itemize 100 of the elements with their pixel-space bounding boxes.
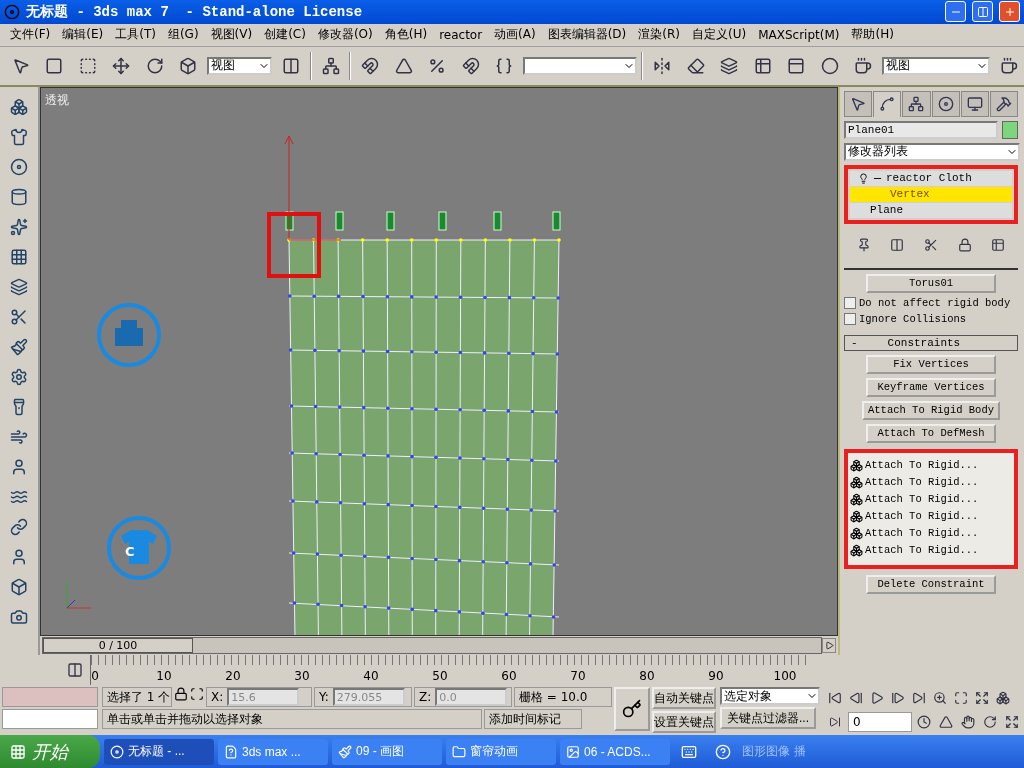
help-file-icon	[224, 744, 238, 759]
restore-button[interactable]	[972, 1, 993, 23]
menu-item[interactable]: 帮助(H)	[845, 26, 900, 44]
taskbar-button[interactable]: 09 - 画图	[332, 738, 442, 765]
start-button[interactable]: 开始	[0, 735, 100, 768]
constraint-item[interactable]: Attach To Rigid...	[850, 507, 1012, 525]
collapse-sign: -	[851, 336, 858, 349]
stack-item[interactable]: Vertex	[850, 186, 1012, 202]
next-frame-button[interactable]	[822, 638, 836, 653]
constraint-item[interactable]: Attach To Rigid...	[850, 456, 1012, 474]
delete-constraint-button[interactable]: Delete Constraint	[866, 574, 996, 594]
menu-item[interactable]: 视图(V)	[204, 26, 259, 44]
constraint-item[interactable]: Attach To Rigid...	[850, 473, 1012, 491]
panel-tab[interactable]	[989, 90, 1019, 117]
cubes-icon	[850, 458, 863, 472]
wind-icon	[10, 428, 28, 447]
ruler-label: 80	[639, 669, 655, 683]
checkbox[interactable]	[844, 296, 856, 309]
gear-icon	[10, 368, 28, 387]
menu-item[interactable]: 创建(C)	[258, 26, 312, 44]
camera-icon	[10, 608, 28, 627]
option-checkbox[interactable]: Ignore Collisions	[844, 312, 1018, 325]
braces-icon	[495, 56, 514, 75]
taskbar-button[interactable]: 06 - ACDS...	[560, 738, 670, 765]
cubes-icon	[850, 475, 863, 489]
menu-item[interactable]: 动画(A)	[488, 26, 542, 44]
menu-item[interactable]: 工具(T)	[109, 26, 162, 44]
named-selection-dropdown[interactable]	[522, 56, 638, 75]
constraint-item[interactable]: Attach To Rigid...	[850, 490, 1012, 508]
coordinate-dropdown[interactable]: 视图	[207, 56, 273, 75]
checkbox[interactable]	[844, 312, 856, 325]
stack-item[interactable]: Plane	[850, 202, 1012, 218]
constraint-button[interactable]: Keyframe Vertices	[866, 377, 996, 397]
key-filters-button[interactable]: 关键点过滤器...	[720, 707, 816, 729]
helper-letter: C	[125, 543, 135, 559]
menu-item[interactable]: 自定义(U)	[686, 26, 753, 44]
menu-item[interactable]: 图表编辑器(D)	[541, 26, 633, 44]
window-title: 无标题 - 3ds max 7 - Stand-alone License	[26, 3, 364, 21]
taskbar-button[interactable]: 3ds max ...	[218, 738, 328, 765]
menu-item[interactable]: MAXScript(M)	[752, 27, 846, 42]
script-listener-field[interactable]	[2, 687, 98, 707]
sphere-icon	[10, 158, 28, 177]
panel-tab[interactable]	[902, 90, 931, 117]
menu-item[interactable]: 组(G)	[161, 26, 205, 44]
checkbox-label: Ignore Collisions	[859, 312, 967, 325]
scissors-icon	[10, 308, 28, 327]
script-output-field[interactable]	[2, 709, 98, 729]
panel-tab[interactable]	[960, 90, 989, 117]
hierarchy-icon	[908, 95, 925, 112]
close-button[interactable]	[999, 1, 1020, 23]
menu-item[interactable]: 文件(F)	[4, 26, 57, 44]
selection-count: 选择了 1 个	[102, 687, 172, 707]
ruler-label: 50	[432, 669, 448, 683]
axis-tripod-icon	[66, 581, 92, 609]
constraint-button[interactable]: Fix Vertices	[866, 354, 996, 374]
panel-tab[interactable]	[844, 90, 873, 117]
object-color-swatch[interactable]	[1002, 120, 1018, 139]
next-frame-icon	[890, 691, 905, 705]
taskbar-button[interactable]: 窗帘动画	[446, 738, 556, 765]
set-key-button[interactable]	[614, 687, 650, 731]
previous-frame-icon	[848, 691, 863, 705]
minimize-button[interactable]	[945, 1, 966, 23]
cubes-icon	[850, 492, 863, 506]
menu-item[interactable]: 编辑(E)	[56, 26, 110, 44]
set-key-mode-button[interactable]: 设置关键点	[652, 711, 716, 733]
play-icon	[824, 641, 834, 650]
menu-item[interactable]: 修改器(O)	[311, 26, 379, 44]
lock-icon	[174, 687, 188, 701]
menu-item[interactable]: 渲染(R)	[632, 26, 686, 44]
key-icon	[622, 699, 642, 719]
menu-item[interactable]: 角色(H)	[378, 26, 434, 44]
shirt-icon	[10, 128, 28, 147]
box-icon	[10, 578, 28, 597]
cubes-icon	[850, 509, 863, 523]
rectangle-select-icon	[45, 56, 64, 75]
object-pick-button[interactable]: Torus01	[866, 273, 996, 293]
panel-tab[interactable]	[931, 90, 960, 117]
current-frame-field[interactable]: 0	[848, 712, 912, 732]
constraint-button[interactable]: Attach To Rigid Body	[862, 400, 1000, 420]
panel-tab[interactable]	[873, 90, 902, 117]
taskbar-button[interactable]: 无标题 - ...	[104, 738, 214, 765]
constraint-item[interactable]: Attach To Rigid...	[850, 541, 1012, 559]
time-slider-track[interactable]: 0 / 100	[42, 637, 822, 654]
add-time-tag[interactable]: 添加时间标记	[484, 709, 582, 729]
object-name-field[interactable]: Plane01	[844, 120, 998, 139]
key-mode-dropdown[interactable]: 选定对象	[720, 687, 820, 705]
auto-key-button[interactable]: 自动关键点	[652, 687, 716, 709]
render-type-dropdown[interactable]: 视图	[881, 56, 991, 75]
perspective-viewport[interactable]: 透视 C	[40, 86, 838, 636]
modifier-list-dropdown[interactable]: 修改器列表	[844, 142, 1020, 161]
constraint-button[interactable]: Attach To DefMesh	[866, 423, 996, 443]
cubes-icon	[10, 98, 28, 117]
rollout-header[interactable]: - Constraints	[844, 334, 1018, 351]
grid-size: 栅格 = 10.0	[514, 687, 612, 707]
stack-item[interactable]: reactor Cloth	[850, 170, 1012, 186]
menu-item[interactable]: reactor	[433, 27, 489, 42]
time-slider-thumb[interactable]: 0 / 100	[43, 638, 193, 653]
constraint-item[interactable]: Attach To Rigid...	[850, 524, 1012, 542]
dashed-square-icon	[78, 56, 97, 75]
ruler-label: 30	[294, 669, 310, 683]
